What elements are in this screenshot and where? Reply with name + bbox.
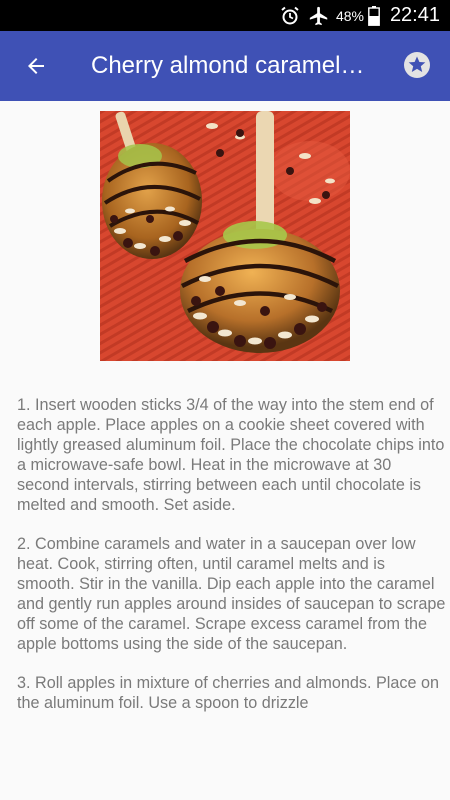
recipe-content[interactable]: 1. Insert wooden sticks 3/4 of the way i… <box>0 101 450 800</box>
page-title: Cherry almond caramel… <box>91 52 365 79</box>
recipe-step: 1. Insert wooden sticks 3/4 of the way i… <box>17 396 445 514</box>
battery-percent: 48% <box>335 7 364 24</box>
app-bar: Cherry almond caramel… <box>0 31 450 101</box>
back-button[interactable] <box>16 46 56 86</box>
status-time: 22:41 <box>389 4 440 26</box>
status-bar: 48% 22:41 <box>0 0 450 31</box>
favorite-button[interactable] <box>402 50 432 80</box>
recipe-directions: 1. Insert wooden sticks 3/4 of the way i… <box>17 395 447 732</box>
star-icon <box>404 52 430 78</box>
alarm-icon <box>280 0 300 31</box>
recipe-step: 2. Combine caramels and water in a sauce… <box>17 535 446 653</box>
recipe-step: 3. Roll apples in mixture of cherries an… <box>17 674 439 712</box>
airplane-mode-icon <box>308 0 330 31</box>
arrow-back-icon <box>28 58 44 74</box>
battery-icon <box>368 0 380 31</box>
recipe-photo <box>100 111 350 361</box>
